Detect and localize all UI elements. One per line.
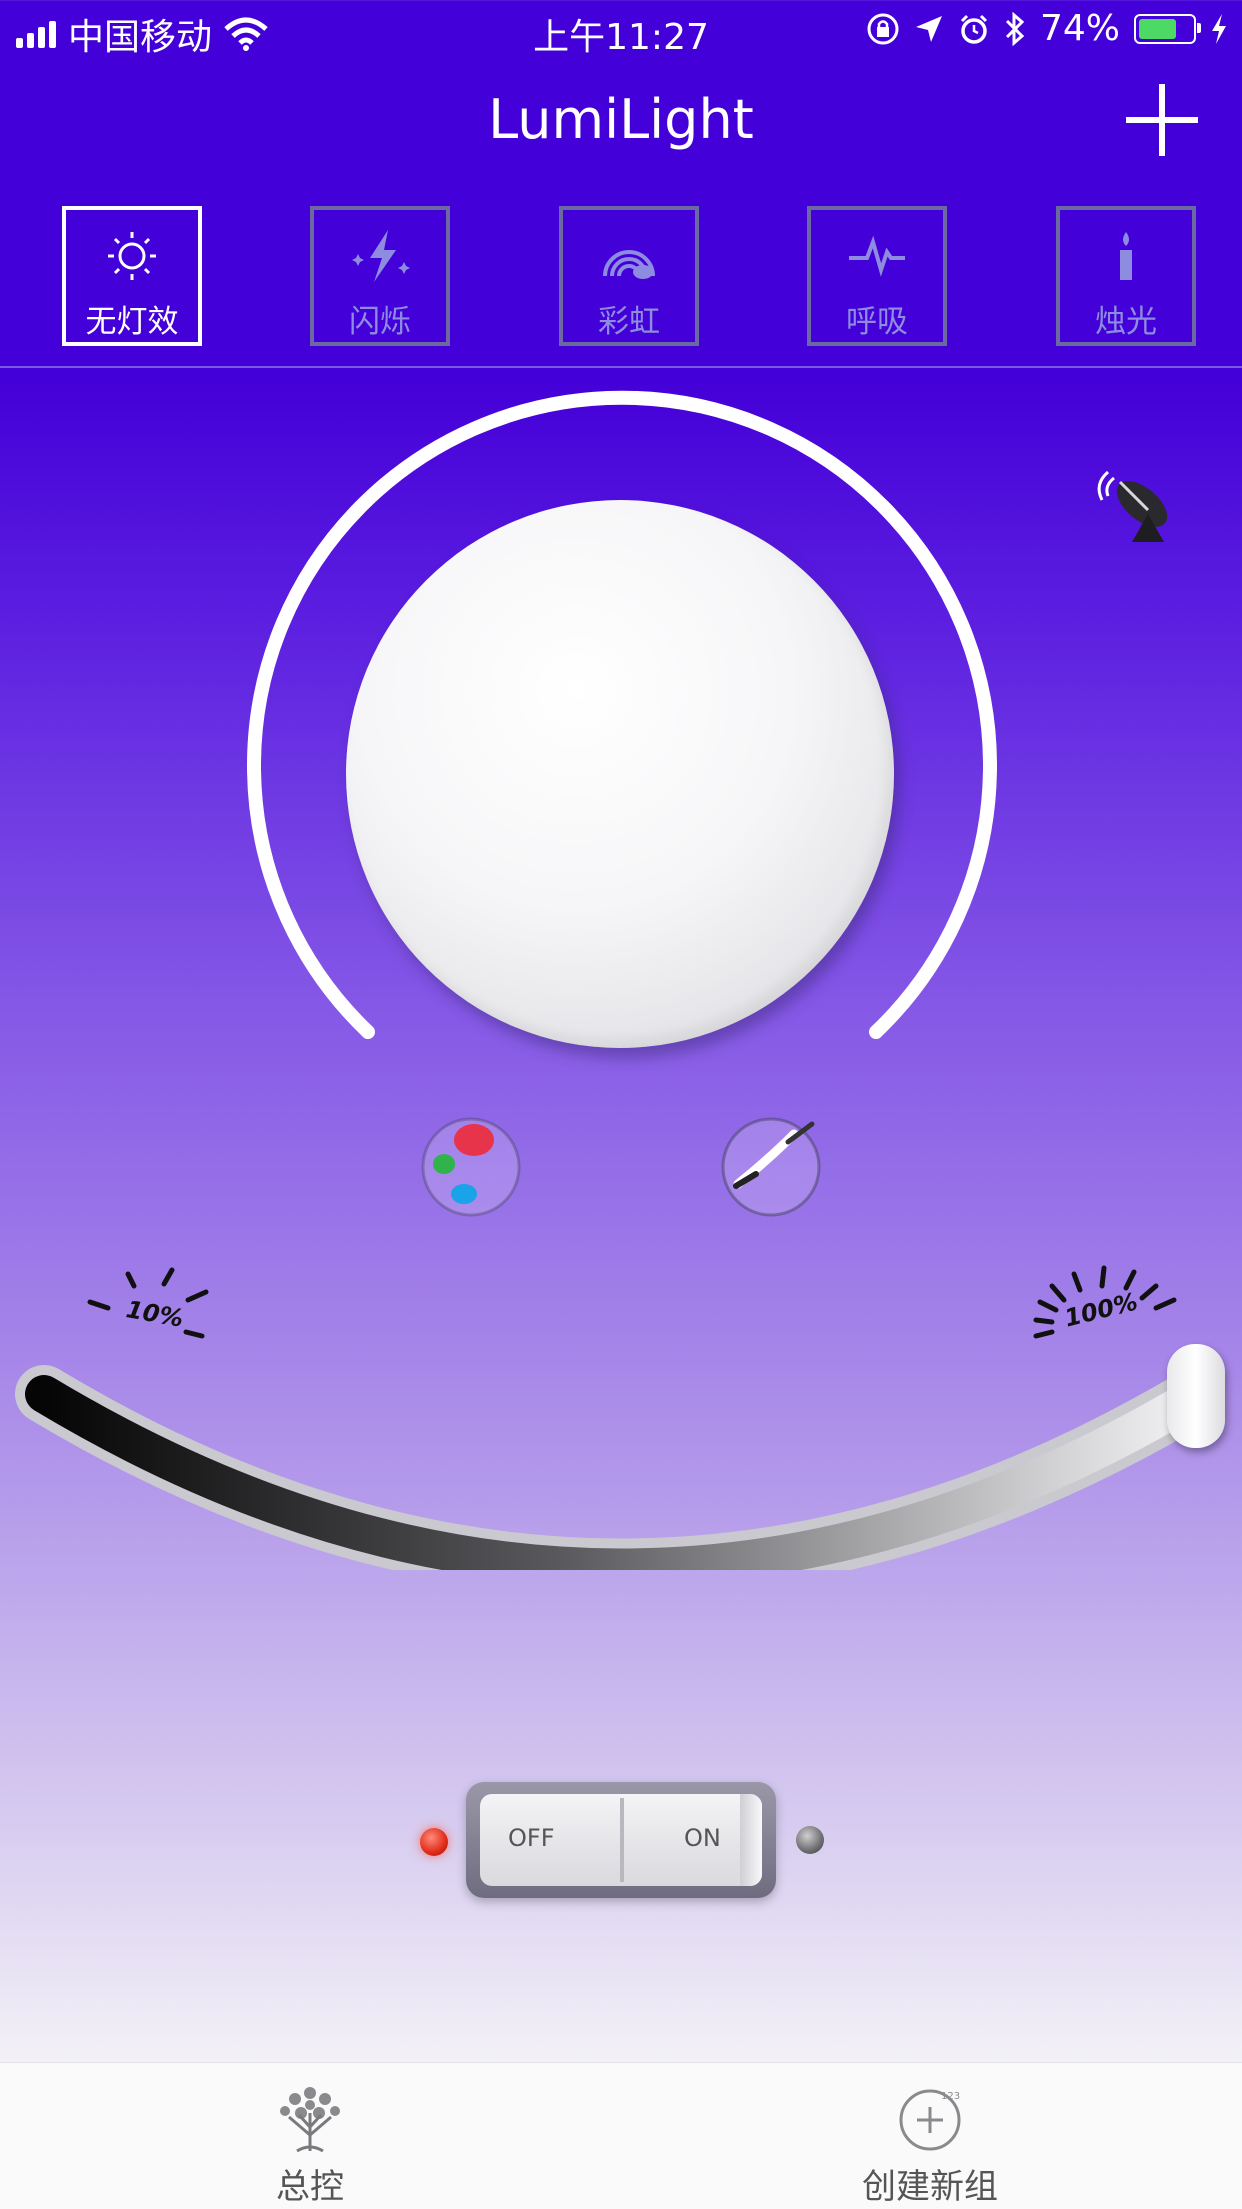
brightness-slider-track[interactable] <box>0 1330 1242 1570</box>
battery-icon <box>1134 13 1201 44</box>
effect-tabs: 无灯效 闪烁 彩虹 呼吸 烛光 <box>62 206 1200 350</box>
tab-label: 彩虹 <box>598 304 660 340</box>
color-mode-button[interactable] <box>416 1112 526 1222</box>
bluetooth-icon <box>1005 11 1025 46</box>
tab-label: 呼吸 <box>846 304 908 340</box>
color-palette-icon <box>421 1117 521 1217</box>
white-mode-button[interactable] <box>716 1112 826 1222</box>
orientation-lock-icon <box>867 13 899 44</box>
switch-on-label: ON <box>684 1824 721 1852</box>
add-group-icon: 123 <box>899 2089 961 2151</box>
charging-icon <box>1212 13 1226 44</box>
tab-master-control[interactable]: 总控 <box>160 2083 460 2208</box>
add-device-button[interactable] <box>1126 84 1198 156</box>
lightning-sparkle-icon <box>352 230 410 282</box>
header-divider <box>0 366 1242 368</box>
tab-candle[interactable]: 烛光 <box>1056 206 1196 346</box>
app-title: LumiLight <box>488 88 754 151</box>
rainbow-icon <box>603 250 655 279</box>
tab-label: 创建新组 <box>862 2167 998 2207</box>
group-badge-text: 123 <box>941 2091 960 2102</box>
tab-flash[interactable]: 闪烁 <box>310 206 450 346</box>
tab-label: 烛光 <box>1095 304 1157 340</box>
tab-label: 闪烁 <box>349 304 411 340</box>
tab-label: 总控 <box>276 2167 344 2207</box>
battery-percent: 74% <box>1039 8 1120 49</box>
power-off-indicator <box>420 1828 448 1856</box>
tree-icon <box>280 2087 340 2153</box>
satellite-dish-icon[interactable] <box>1090 454 1180 544</box>
candle-icon <box>1120 232 1132 280</box>
location-icon <box>915 15 942 42</box>
power-on-indicator <box>796 1826 824 1854</box>
color-dial-knob[interactable] <box>346 500 894 1048</box>
white-light-wand-icon <box>721 1117 821 1217</box>
switch-divider <box>620 1798 624 1882</box>
power-switch-body: OFF ON <box>480 1794 762 1886</box>
sun-icon <box>108 232 156 280</box>
power-switch[interactable]: OFF ON <box>466 1782 776 1898</box>
tab-label: 无灯效 <box>85 304 179 340</box>
status-bar: 中国移动 上午11:27 74% <box>0 0 1242 62</box>
tab-breathe[interactable]: 呼吸 <box>807 206 947 346</box>
switch-rocker-edge <box>740 1794 762 1886</box>
tab-no-effect[interactable]: 无灯效 <box>62 206 202 346</box>
pulse-icon <box>849 235 905 277</box>
brightness-slider-thumb[interactable] <box>1167 1344 1225 1448</box>
tab-rainbow[interactable]: 彩虹 <box>559 206 699 346</box>
switch-off-label: OFF <box>508 1824 555 1852</box>
tab-create-group[interactable]: 123 创建新组 <box>780 2083 1080 2208</box>
bottom-tab-bar: 总控 123 创建新组 <box>0 2062 1242 2209</box>
alarm-icon <box>960 14 988 44</box>
